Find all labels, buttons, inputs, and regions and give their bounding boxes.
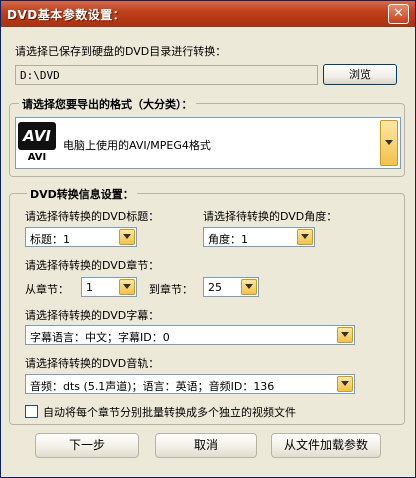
browse-button[interactable]: 浏览	[323, 64, 397, 85]
angle-select-label: 请选择待转换的DVD角度：	[203, 210, 338, 223]
title-select[interactable]: 标题：1	[25, 227, 137, 247]
chevron-down-icon	[301, 234, 309, 239]
to-chapter-label: 到章节：	[149, 283, 193, 296]
load-params-button[interactable]: 从文件加载参数	[271, 433, 381, 458]
dvd-info-group-title: DVD转换信息设置：	[27, 186, 137, 202]
chevron-down-icon	[245, 284, 253, 289]
batch-convert-checkbox[interactable]	[25, 405, 38, 418]
chevron-down-icon	[341, 381, 349, 386]
chevron-down-icon	[341, 332, 349, 337]
close-button[interactable]: ✕	[388, 4, 409, 24]
chevron-down-icon	[123, 284, 131, 289]
angle-select[interactable]: 角度：1	[203, 227, 315, 247]
title-select-value: 标题：1	[30, 233, 70, 246]
avi-logo-icon: AVI AVI	[18, 122, 56, 166]
dvd-settings-dialog: DVD基本参数设置： ✕ 请选择已保存到硬盘的DVD目录进行转换： D:\DVD…	[0, 0, 416, 478]
from-chapter-arrow[interactable]	[119, 279, 135, 295]
subtitle-select-arrow[interactable]	[337, 327, 353, 343]
to-chapter-arrow[interactable]	[241, 279, 257, 295]
format-dropdown[interactable]: AVI AVI 电脑上使用的AVI/MPEG4格式	[15, 117, 401, 169]
title-select-arrow[interactable]	[119, 229, 135, 245]
subtitle-select-label: 请选择待转换的DVD字幕：	[25, 309, 160, 322]
chevron-down-icon	[385, 140, 393, 145]
title-bar[interactable]: DVD基本参数设置： ✕	[1, 1, 415, 27]
close-icon: ✕	[393, 6, 404, 21]
format-selected-value: 电脑上使用的AVI/MPEG4格式	[63, 139, 211, 152]
next-button[interactable]: 下一步	[35, 433, 139, 458]
audio-select-arrow[interactable]	[337, 376, 353, 392]
from-chapter-label: 从章节：	[25, 283, 69, 296]
angle-select-arrow[interactable]	[297, 229, 313, 245]
subtitle-select[interactable]: 字幕语言：中文；字幕ID：0	[25, 325, 355, 345]
window-title: DVD基本参数设置：	[7, 8, 126, 22]
angle-select-value: 角度：1	[208, 233, 248, 246]
to-chapter-select[interactable]: 25	[203, 277, 259, 297]
format-dropdown-arrow[interactable]	[380, 120, 398, 166]
audio-select[interactable]: 音频：dts (5.1声道)；语言：英语；音频ID：136	[25, 374, 355, 394]
subtitle-select-value: 字幕语言：中文；字幕ID：0	[30, 331, 170, 344]
chapter-select-label: 请选择待转换的DVD章节：	[25, 259, 160, 272]
audio-select-value: 音频：dts (5.1声道)；语言：英语；音频ID：136	[30, 380, 275, 393]
to-chapter-value: 25	[208, 281, 222, 294]
cancel-button[interactable]: 取消	[155, 433, 257, 458]
chevron-down-icon	[123, 234, 131, 239]
title-select-label: 请选择待转换的DVD标题：	[25, 210, 160, 223]
from-chapter-select[interactable]: 1	[81, 277, 137, 297]
audio-select-label: 请选择待转换的DVD音轨：	[25, 357, 160, 370]
batch-convert-label: 自动将每个章节分别批量转换成多个独立的视频文件	[43, 406, 296, 419]
source-prompt-label: 请选择已保存到硬盘的DVD目录进行转换：	[15, 45, 227, 58]
format-group-title: 请选择您要导出的格式（大分类）：	[19, 96, 196, 112]
from-chapter-value: 1	[86, 281, 93, 294]
dvd-path-field[interactable]: D:\DVD	[15, 65, 318, 85]
